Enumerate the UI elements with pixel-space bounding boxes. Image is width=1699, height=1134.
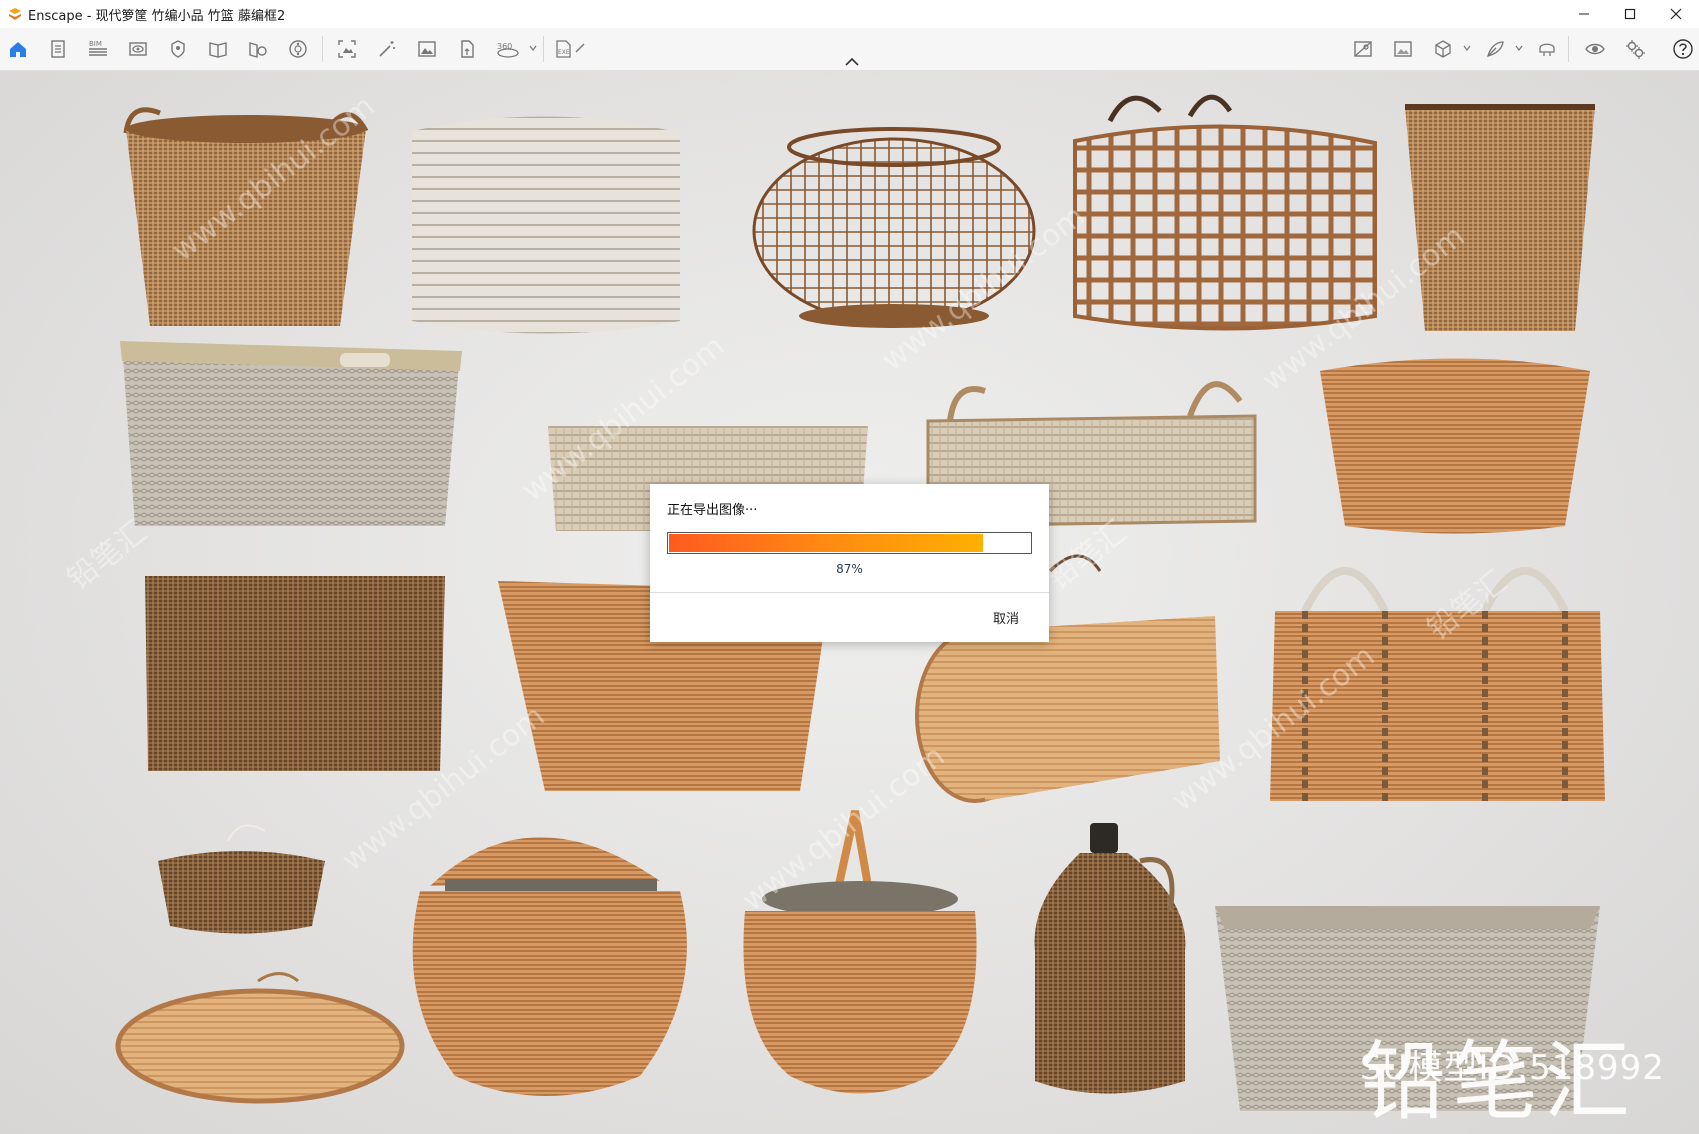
export-progress-dialog: 正在导出图像··· 87% 取消 — [650, 484, 1049, 642]
asset-library-icon — [289, 40, 307, 58]
window-controls — [1561, 0, 1699, 28]
asset-library-button[interactable] — [285, 36, 311, 62]
magic-wand-icon — [379, 41, 395, 57]
title-bar: Enscape - 现代箩筐 竹编小品 竹篮 藤编框2 — [0, 0, 1699, 28]
help-button[interactable] — [1670, 36, 1696, 62]
export-file-icon — [461, 40, 474, 58]
map-pin-icon — [171, 40, 185, 58]
vr-headset-button[interactable] — [1534, 36, 1560, 62]
image-settings-button[interactable] — [1390, 36, 1416, 62]
bim-icon: BIM — [89, 40, 107, 56]
export-exe-button[interactable]: EXE — [552, 36, 592, 62]
basket-oval-wicker — [1320, 358, 1590, 534]
image-button[interactable] — [414, 36, 440, 62]
export-exe-icon: EXE — [556, 40, 585, 58]
document-icon — [51, 40, 65, 58]
enscape-logo-icon — [9, 8, 21, 20]
render-settings-icon — [1354, 41, 1372, 57]
basket-lidded-urn — [412, 837, 687, 1096]
toolbar-separator — [1568, 36, 1569, 62]
minimize-icon — [1579, 13, 1589, 15]
panorama-360-icon: 360 — [497, 42, 519, 58]
collapse-toolbar-chevron-icon[interactable] — [843, 56, 861, 68]
export-file-button[interactable] — [454, 36, 480, 62]
magic-wand-button[interactable] — [374, 36, 400, 62]
screenshot-button[interactable] — [334, 36, 360, 62]
toolbar-separator — [322, 36, 323, 62]
dialog-title: 正在导出图像··· — [667, 503, 758, 518]
capture-icon — [338, 40, 356, 58]
close-icon — [1670, 8, 1682, 20]
views-button[interactable] — [125, 36, 151, 62]
home-icon — [10, 42, 26, 57]
basket-lattice-large — [1073, 94, 1377, 331]
image-icon — [418, 41, 436, 57]
feather-icon — [1487, 41, 1504, 57]
eye-view-icon — [129, 42, 147, 56]
visibility-icon — [1585, 43, 1605, 55]
cube-view-icon — [1435, 40, 1451, 58]
panorama-dropdown-icon[interactable] — [529, 44, 537, 52]
basket-plastic-laundry — [120, 341, 462, 526]
bim-button[interactable]: BIM — [85, 36, 111, 62]
panorama-button[interactable]: 360 — [494, 36, 524, 62]
basket-handle-jar — [743, 810, 977, 1094]
maximize-icon — [1624, 8, 1636, 20]
window-title: Enscape - 现代箩筐 竹编小品 竹篮 藤编框2 — [28, 8, 286, 24]
exe-label: EXE — [558, 49, 570, 56]
cube-view-button[interactable] — [1430, 36, 1456, 62]
cube-dropdown-icon[interactable] — [1463, 44, 1471, 52]
basket-small-bowl — [158, 824, 325, 934]
settings-button[interactable] — [1622, 36, 1648, 62]
image-settings-icon — [1394, 41, 1412, 57]
visibility-button[interactable] — [1582, 36, 1608, 62]
export-progress-bar — [667, 532, 1032, 554]
basket-white-coil — [412, 116, 680, 334]
progress-fill — [669, 534, 983, 552]
feather-button[interactable] — [1482, 36, 1508, 62]
toolbar-separator — [543, 36, 544, 62]
feather-dropdown-icon[interactable] — [1515, 44, 1523, 52]
model-id-watermark: SU模型ID:518992 — [1360, 1048, 1665, 1088]
dialog-divider — [650, 592, 1049, 593]
minimize-button[interactable] — [1561, 0, 1607, 28]
document-button[interactable] — [45, 36, 71, 62]
basket-tall-square — [1405, 104, 1595, 331]
settings-gear-icon — [1626, 40, 1645, 59]
maximize-button[interactable] — [1607, 0, 1653, 28]
bim-label: BIM — [89, 40, 102, 48]
cancel-button[interactable]: 取消 — [993, 608, 1019, 627]
help-icon — [1673, 39, 1693, 59]
render-settings-button[interactable] — [1350, 36, 1376, 62]
basket-wrapped-bottle — [1034, 823, 1186, 1094]
progress-percent-text: 87% — [836, 562, 863, 576]
basket-flat-tray — [115, 972, 405, 1104]
close-button[interactable] — [1653, 0, 1699, 28]
basket-cube-wicker — [145, 576, 445, 771]
sun-position-button[interactable] — [165, 36, 191, 62]
book-settings-icon — [249, 42, 267, 58]
book-button[interactable] — [205, 36, 231, 62]
headset-vr-icon — [1539, 43, 1555, 56]
book-icon — [209, 42, 227, 58]
book-settings-button[interactable] — [245, 36, 271, 62]
home-button[interactable] — [5, 36, 31, 62]
